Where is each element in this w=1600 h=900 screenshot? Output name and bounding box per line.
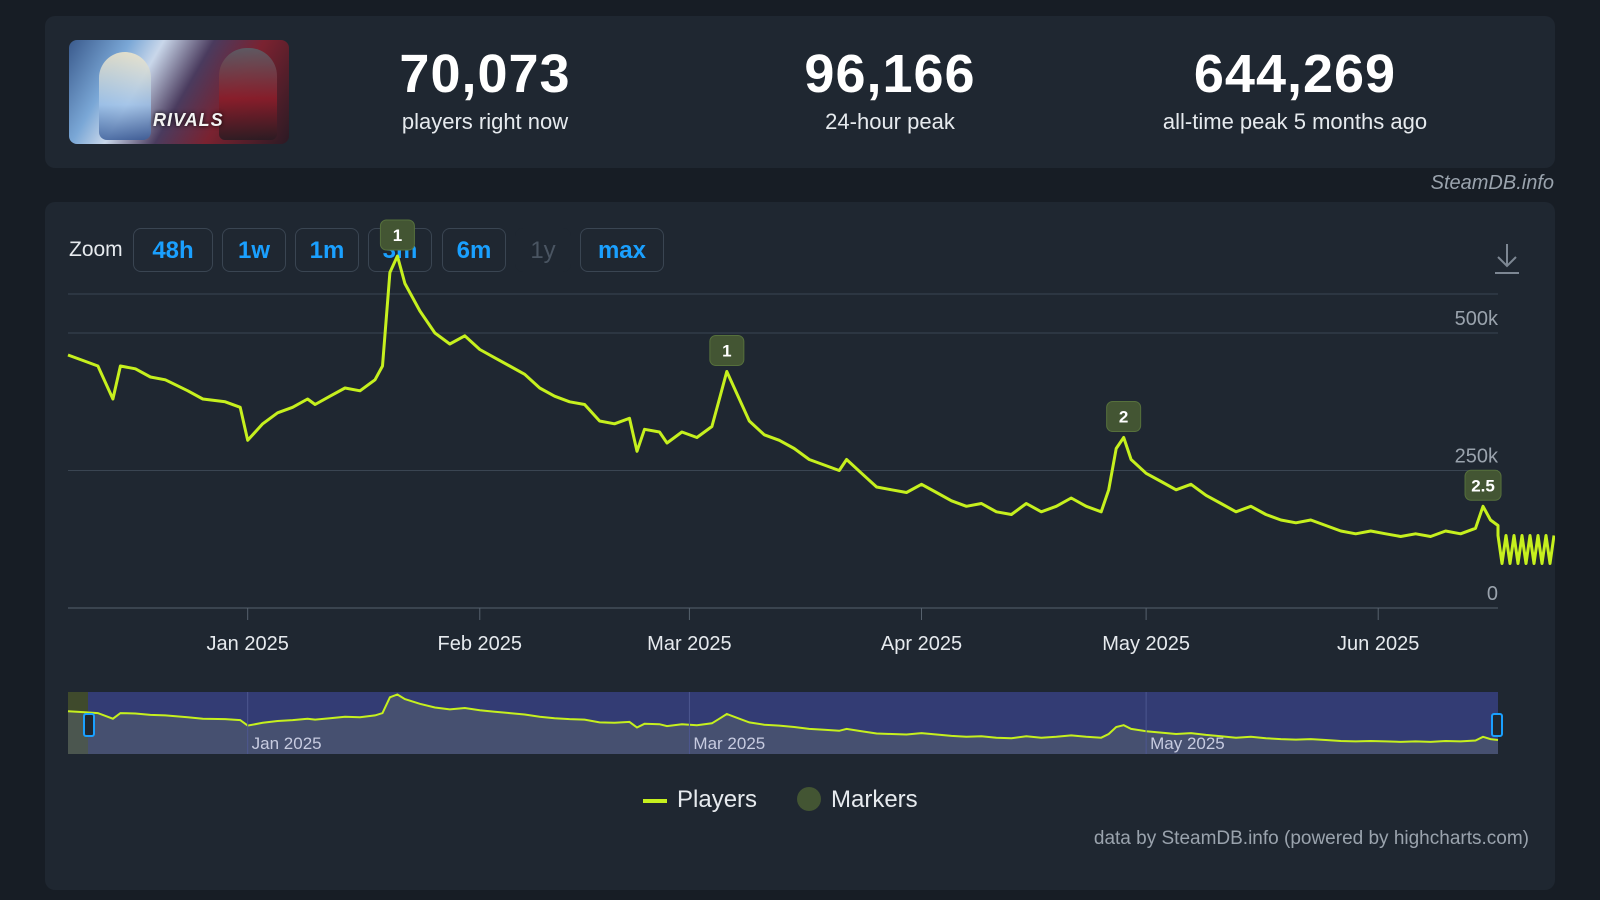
legend-players[interactable]: Players: [643, 786, 757, 814]
stat-label: 24-hour peak: [825, 109, 955, 134]
navigator-tick-label: Mar 2025: [693, 734, 765, 753]
legend-marker-icon: [797, 787, 821, 811]
stat-value: 70,073: [399, 44, 571, 104]
chart-credits[interactable]: data by SteamDB.info (powered by highcha…: [1094, 828, 1529, 850]
stat-value: 96,166: [804, 44, 976, 104]
navigator-left-handle[interactable]: [83, 713, 95, 737]
stat-label: all-time peak 5 months ago: [1162, 109, 1428, 134]
chart-panel: Zoom 48h 1w 1m 3m 6m 1y max 0250k500kJan…: [45, 202, 1555, 890]
legend-markers[interactable]: Markers: [797, 786, 918, 814]
stat-players-now: 70,073 players right now: [305, 42, 665, 136]
stats-panel: RIVALS 70,073 players right now 96,166 2…: [45, 16, 1555, 168]
legend-markers-label: Markers: [831, 786, 918, 813]
y-tick-label: 250k: [1455, 446, 1499, 468]
legend-line-icon: [643, 798, 667, 803]
event-marker-label[interactable]: 1: [722, 342, 731, 361]
legend-players-label: Players: [677, 786, 758, 813]
x-tick-label: Apr 2025: [881, 633, 962, 655]
stat-all-time-peak: 644,269 all-time peak 5 months ago: [1115, 42, 1475, 136]
x-tick-label: Jun 2025: [1337, 633, 1419, 655]
stat-24h-peak: 96,166 24-hour peak: [710, 42, 1070, 136]
navigator-tick-label: Jan 2025: [252, 734, 322, 753]
thumbnail-logo: RIVALS: [153, 110, 224, 130]
steamdb-watermark[interactable]: SteamDB.info: [1431, 172, 1554, 195]
players-series-line: [67, 254, 1555, 565]
event-marker-label[interactable]: 2: [1119, 408, 1128, 427]
event-marker-label[interactable]: 1: [393, 226, 402, 245]
player-count-chart: 0 250k 500k Jan 2025 Feb 2025 Mar 2025 Apr 202…: [67, 219, 1555, 754]
game-thumbnail: RIVALS: [69, 40, 289, 144]
x-tick-label: Jan 2025: [207, 633, 289, 655]
stat-label: players right now: [401, 109, 569, 134]
stat-value: 644,269: [1193, 44, 1397, 104]
event-marker-label[interactable]: 2.5: [1471, 476, 1495, 495]
thumbnail-hero-left: [99, 52, 151, 140]
thumbnail-hero-right: [219, 48, 277, 140]
navigator-tick-label: May 2025: [1150, 734, 1225, 753]
y-tick-label: 500k: [1455, 308, 1499, 330]
navigator-right-handle[interactable]: [1491, 713, 1503, 737]
x-tick-label: Feb 2025: [438, 633, 523, 655]
y-tick-label: 0: [1487, 583, 1498, 605]
x-tick-label: Mar 2025: [647, 633, 732, 655]
x-tick-label: May 2025: [1102, 633, 1190, 655]
